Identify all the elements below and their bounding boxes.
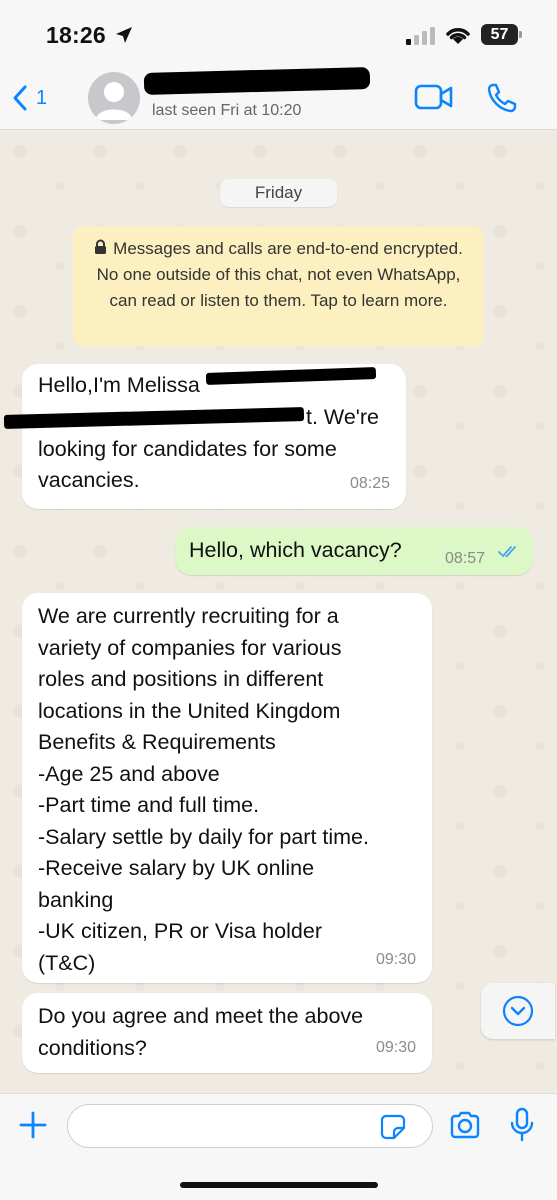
message-text: Do you agree and meet the above conditio… <box>38 1004 364 1060</box>
microphone-icon[interactable] <box>509 1107 535 1143</box>
battery-level: 57 <box>490 25 509 43</box>
chat-header: 1 last seen Fri at 10:20 <box>0 66 557 130</box>
message-text: Hello, which vacancy? <box>189 538 402 562</box>
last-seen-status: last seen Fri at 10:20 <box>152 102 302 119</box>
chevron-left-icon <box>13 85 27 111</box>
plus-icon[interactable] <box>18 1110 48 1140</box>
avatar[interactable] <box>88 72 140 124</box>
phone-icon[interactable] <box>486 82 518 114</box>
video-call-icon[interactable] <box>414 84 454 110</box>
incoming-message[interactable]: Do you agree and meet the above conditio… <box>22 993 432 1073</box>
message-time: 09:30 <box>375 1038 416 1056</box>
input-bar <box>0 1093 557 1200</box>
message-text: Hello,I'm Melissa <box>38 373 200 397</box>
status-time: 18:26 <box>46 22 106 48</box>
message-input[interactable] <box>67 1104 433 1148</box>
camera-icon[interactable] <box>449 1111 481 1139</box>
date-separator: Friday <box>220 179 337 207</box>
incoming-message[interactable]: We are currently recruiting for a variet… <box>22 593 432 983</box>
message-time: 08:25 <box>349 474 390 492</box>
message-time: 09:30 <box>375 950 416 968</box>
redaction-mark <box>3 407 305 429</box>
scroll-to-bottom-button[interactable] <box>481 983 555 1039</box>
battery-icon: 57 <box>481 24 522 45</box>
home-indicator <box>180 1182 378 1188</box>
message-text: looking for candidates for some <box>38 437 337 461</box>
sticker-icon[interactable] <box>380 1114 406 1140</box>
location-arrow-icon <box>116 27 132 43</box>
message-text: vacancies. <box>38 468 140 492</box>
wifi-icon <box>446 28 470 44</box>
lock-icon <box>95 239 107 254</box>
encryption-notice[interactable]: Messages and calls are end-to-end encryp… <box>73 226 484 346</box>
redaction-mark <box>205 367 377 385</box>
incoming-message[interactable]: Hello,I'm Melissa t. We're looking for c… <box>3 364 406 509</box>
encryption-notice-text: Messages and calls are end-to-end encryp… <box>96 239 463 310</box>
cellular-signal-icon <box>406 27 435 45</box>
message-text: t. We're <box>306 405 380 429</box>
chat-area[interactable]: Friday Messages and calls are end-to-end… <box>0 131 557 1093</box>
back-button[interactable]: 1 <box>12 80 47 116</box>
message-text: We are currently recruiting for a variet… <box>38 604 369 975</box>
outgoing-message[interactable]: Hello, which vacancy? 08:57 <box>175 527 533 575</box>
message-time: 08:57 <box>445 550 486 567</box>
double-check-icon <box>498 546 516 558</box>
chevron-down-circle-icon <box>502 995 534 1027</box>
contact-name-redacted[interactable] <box>143 67 371 95</box>
status-bar: 18:26 57 <box>0 0 557 66</box>
unread-count: 1 <box>36 86 48 109</box>
default-avatar-icon <box>96 82 132 120</box>
